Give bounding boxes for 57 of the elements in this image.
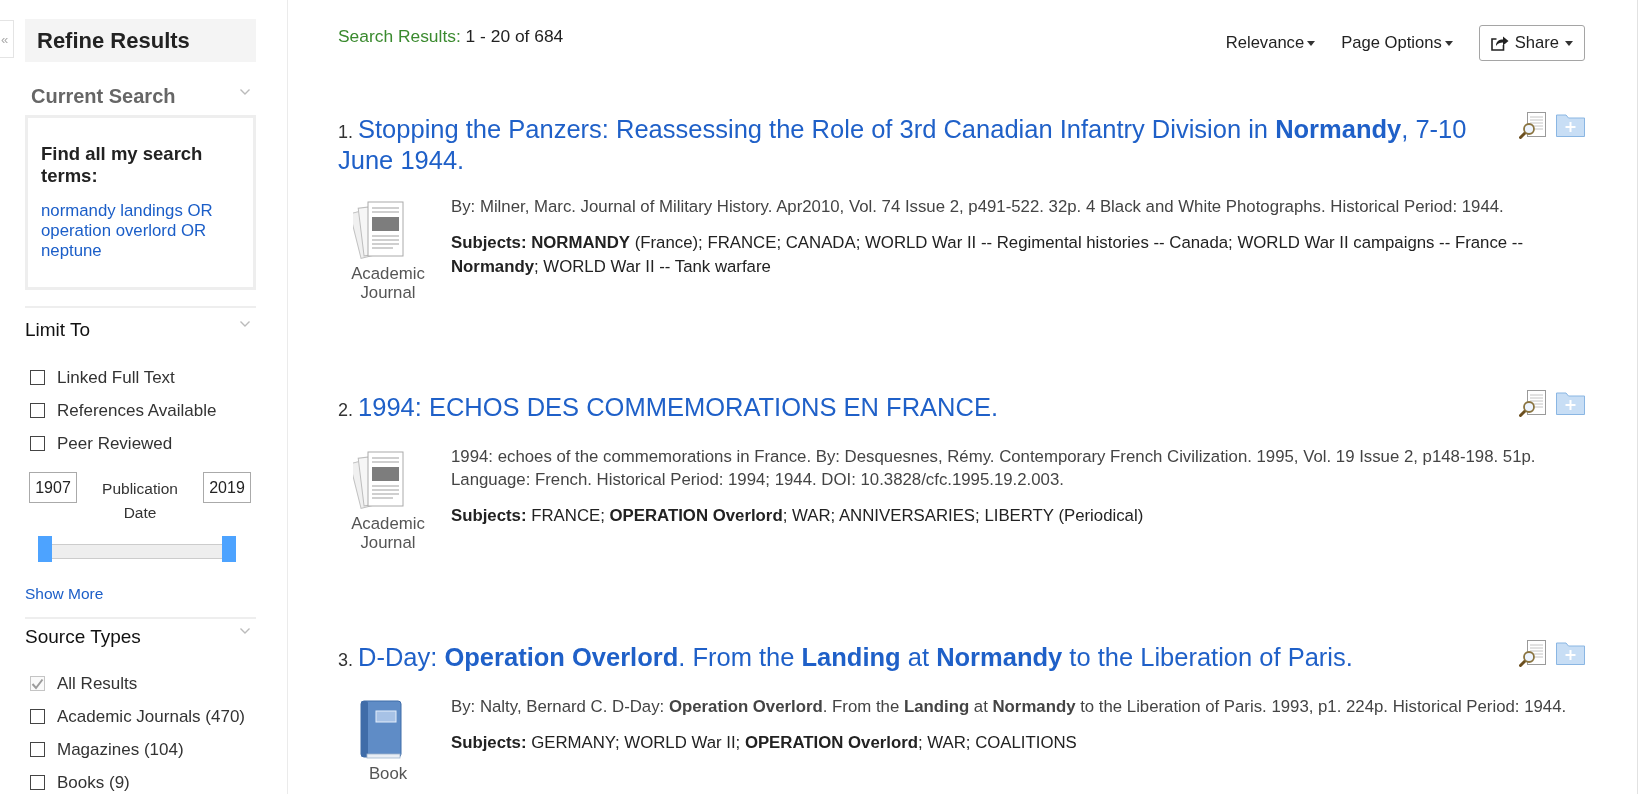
caret-icon [1565, 40, 1573, 46]
chevron-down-icon[interactable] [240, 321, 250, 327]
result-subjects: Subjects: NORMANDY (France); FRANCE; CANADA; WORLD War II -- Regimental histories -- Canada; WORLD War II campaigns -- France -- Normandy; WORLD War II -- Tank warfare [451, 232, 1524, 278]
search-query-link[interactable]: normandy landings OR operation overlord OR neptune [41, 201, 241, 261]
result-title-link[interactable]: 2. 1994: ECHOS DES COMMEMORATIONS EN FRANCE. [338, 393, 1499, 424]
preview-icon[interactable] [1519, 390, 1547, 417]
slider-handle[interactable] [222, 536, 236, 562]
document-stack-icon [353, 199, 407, 261]
checkbox-label: Academic Journals (470) [57, 706, 246, 727]
year-to-field[interactable]: 2019 [203, 472, 251, 503]
facet-heading: Source Types [25, 626, 141, 648]
publication-type-label: Academic Journal [350, 514, 426, 552]
date-range-slider[interactable] [38, 536, 236, 562]
date-range-label: Publication Date [101, 479, 179, 523]
caret-icon [1307, 40, 1316, 46]
chevron-down-icon[interactable] [240, 628, 250, 634]
result-title-link[interactable]: 1. Stopping the Panzers: Reassessing the Role of 3rd Canadian Infantry Division in Normandy, 7-10 June 1944. [338, 115, 1499, 174]
search-box-title: Find all my search terms: [41, 143, 204, 187]
caret-icon [1444, 40, 1453, 46]
sidebar-title: Refine Results [25, 19, 256, 62]
dropdown-button[interactable]: Page Options [1341, 25, 1453, 61]
result-details: 1994: echoes of the commemorations in France. By: Desquesnes, Rémy. Contemporary French Civilization. 1995, Vol. 19 Issue 2, p148-198. 51p. Language: French. Historical Period: 1994; 1944. DOI: 10.3828/cfc.1995.19.2.003. [451, 446, 1537, 491]
chevron-down-icon[interactable] [240, 89, 250, 95]
document-stack-icon [353, 449, 407, 511]
publication-type-label: Academic Journal [350, 264, 426, 302]
checkbox[interactable] [30, 742, 45, 757]
folder-plus-icon[interactable] [1556, 390, 1585, 415]
result-details: By: Milner, Marc. Journal of Military History. Apr2010, Vol. 74 Issue 2, p491-522. 32p. 4 Black and White Photographs. Historical Period: 1944. [451, 196, 1505, 218]
share-icon [1490, 35, 1509, 51]
checkbox[interactable] [30, 775, 45, 790]
slider-handle[interactable] [38, 536, 52, 562]
result-subjects: Subjects: GERMANY; WORLD War II; OPERATION Overlord; WAR; COALITIONS [451, 732, 1078, 754]
facet-heading: Limit To [25, 319, 91, 341]
show-more-link[interactable]: Show More [25, 585, 104, 603]
folder-plus-icon[interactable] [1556, 640, 1585, 665]
result-details: By: Nalty, Bernard C. D-Day: Operation Overlord. From the Landing at Normandy to the Liberation of Paris. 1993, p1. 224p. Historical Period: 1944. [451, 696, 1568, 718]
folder-plus-icon[interactable] [1556, 112, 1585, 137]
preview-icon[interactable] [1519, 112, 1547, 139]
checkbox[interactable] [30, 709, 45, 724]
dropdown-button[interactable]: Relevance [1225, 25, 1316, 61]
checkbox-label: References Available [57, 400, 217, 421]
checkbox[interactable] [30, 403, 45, 418]
share-button[interactable]: Share [1478, 25, 1585, 61]
publication-type-label: Book [367, 764, 409, 783]
preview-icon[interactable] [1519, 640, 1547, 667]
checkbox-label: Books (9) [57, 772, 130, 793]
checkbox-label: Linked Full Text [57, 367, 175, 388]
result-title-link[interactable]: 3. D-Day: Operation Overlord. From the Landing at Normandy to the Liberation of Paris. [338, 643, 1499, 674]
year-from-field[interactable]: 1907 [29, 472, 77, 503]
checkbox[interactable] [30, 370, 45, 385]
section-heading: Current Search [30, 84, 176, 109]
result-subjects: Subjects: FRANCE; OPERATION Overlord; WAR; ANNIVERSARIES; LIBERTY (Periodical) [451, 505, 1145, 527]
checkbox-label: Magazines (104) [57, 739, 184, 760]
checkbox-label: All Results [57, 673, 138, 694]
checkbox-label: Peer Reviewed [57, 433, 173, 454]
results-count: Search Results: 1 - 20 of 684 [338, 25, 564, 46]
checkbox[interactable] [30, 436, 45, 451]
